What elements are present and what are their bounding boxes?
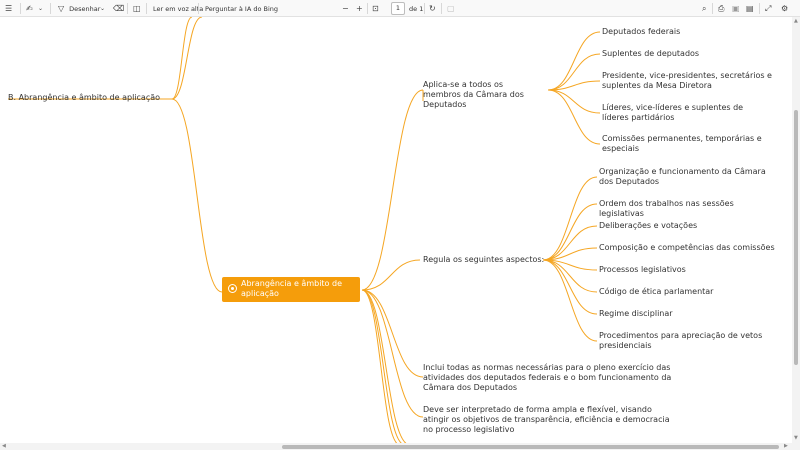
group2-item: Procedimentos para apreciação de vetos p… — [599, 331, 763, 350]
highlight-button[interactable]: ✍ — [26, 0, 33, 17]
connector — [171, 17, 203, 100]
rotate-button[interactable]: ↻ — [429, 0, 436, 17]
group3-label: Inclui todas as normas necessárias para … — [423, 363, 672, 392]
connector-group4 — [361, 289, 424, 418]
connector-group1-item — [547, 89, 601, 145]
document-icon: ▢ — [447, 3, 455, 13]
draw-icon: ▽ — [58, 3, 65, 13]
connector — [171, 98, 223, 293]
connector-group1-item — [547, 53, 601, 91]
group2-item: Processos legislativos — [599, 265, 686, 274]
toolbar-divider — [20, 3, 21, 14]
page-view-button[interactable]: ◫ — [133, 0, 141, 17]
settings-icon: ⚙ — [781, 3, 789, 13]
group2-item: Ordem dos trabalhos nas sessões legislat… — [599, 199, 734, 218]
zoom-out-icon: − — [342, 3, 349, 13]
toolbar-divider — [441, 3, 442, 14]
toolbar-divider — [198, 3, 199, 14]
connector-offscreen — [361, 289, 411, 445]
group2-item: Deliberações e votações — [599, 221, 698, 230]
eraser-button[interactable]: ⌫ — [113, 0, 124, 17]
page-view-icon: ◫ — [133, 3, 141, 13]
group2-item: Regime disciplinar — [599, 309, 673, 318]
page-number-input[interactable]: 1 — [391, 2, 405, 15]
draw-dropdown[interactable]: ⌄ — [100, 0, 105, 17]
read-aloud-label: Ler em voz alta — [153, 4, 204, 13]
toolbar-divider — [127, 3, 128, 14]
connector-group2 — [361, 259, 421, 291]
group2-label: Regula os seguintes aspectos: — [423, 255, 545, 264]
connector-group3 — [361, 289, 424, 378]
connector-offscreen — [361, 289, 406, 445]
scroll-right-icon[interactable]: ▶ — [784, 444, 788, 449]
connector-group2-item — [542, 259, 598, 342]
ask-bing-button[interactable]: Perguntar à IA do Bing — [205, 0, 278, 17]
zoom-out-button[interactable]: − — [342, 0, 349, 17]
scroll-up-icon[interactable]: ▲ — [794, 19, 798, 24]
print-button[interactable]: ⎙ — [718, 0, 724, 17]
fullscreen-button[interactable]: ⤢ — [765, 0, 771, 17]
toolbar-divider — [424, 3, 425, 14]
contents-button[interactable]: ☰ — [5, 0, 12, 17]
connector-group1 — [361, 89, 424, 291]
search-button[interactable]: ⌕ — [702, 0, 706, 17]
scroll-down-icon[interactable]: ▼ — [794, 436, 798, 441]
center-node-label: Abrangência e âmbito de aplicação — [241, 279, 342, 298]
chevron-down-icon: ⌄ — [38, 4, 44, 12]
save-icon: ▣ — [732, 3, 740, 13]
draw-button[interactable]: ▽ Desenhar — [58, 0, 100, 17]
toolbar-divider — [759, 3, 760, 14]
highlight-dropdown[interactable]: ⌄ — [38, 0, 43, 17]
toolbar-divider — [50, 3, 51, 14]
page-total-text: de 1 — [409, 4, 424, 13]
toolbar-divider — [367, 3, 368, 14]
vertical-scroll-thumb[interactable] — [794, 110, 798, 365]
page-fit-disabled-button[interactable]: ▢ — [447, 0, 455, 17]
settings-button[interactable]: ⚙ — [781, 0, 788, 17]
connector — [171, 17, 193, 100]
group2-item: Composição e competências das comissões — [599, 243, 775, 252]
fullscreen-icon: ⤢ — [765, 3, 772, 13]
page-total-label: de 1 — [409, 0, 423, 17]
mindmap-center-node[interactable]: Abrangência e âmbito de aplicação — [222, 277, 360, 302]
document-canvas: B. Abrangência e âmbito de aplicação Abr… — [0, 17, 800, 445]
zoom-in-icon: + — [356, 3, 363, 13]
chevron-down-icon: ⌄ — [100, 4, 106, 12]
fit-page-icon: ⊡ — [372, 3, 379, 13]
group1-item: Líderes, vice-líderes e suplentes de líd… — [602, 103, 744, 122]
mindmap-left-node: B. Abrangência e âmbito de aplicação — [8, 93, 161, 102]
zoom-in-button[interactable]: + — [356, 0, 363, 17]
read-aloud-button[interactable]: Ler em voz alta — [153, 0, 203, 17]
connector-group2-item — [542, 259, 598, 315]
ask-bing-label: Perguntar à IA do Bing — [205, 4, 279, 13]
print-icon: ⎙ — [718, 3, 725, 13]
contents-icon: ☰ — [5, 3, 13, 13]
fit-page-button[interactable]: ⊡ — [372, 0, 379, 17]
target-icon — [228, 284, 237, 293]
group1-item: Presidente, vice-presidentes, secretário… — [602, 71, 772, 90]
scroll-left-icon[interactable]: ◀ — [2, 444, 6, 449]
highlight-icon: ✍ — [26, 3, 33, 13]
search-icon: ⌕ — [702, 3, 707, 13]
toolbar-divider — [712, 3, 713, 14]
rotate-icon: ↻ — [429, 3, 436, 13]
connector-group1-item — [547, 89, 601, 114]
save-as-button[interactable]: ▤ — [746, 0, 754, 17]
group1-item: Deputados federais — [602, 27, 681, 36]
connector-group2-item — [542, 203, 598, 261]
save-button[interactable]: ▣ — [732, 0, 740, 17]
group2-item: Código de ética parlamentar — [599, 287, 714, 296]
draw-label: Desenhar — [69, 4, 101, 13]
connector-group2-item — [542, 176, 598, 261]
group2-item: Organização e funcionamento da Câmara do… — [599, 167, 766, 186]
save-as-icon: ▤ — [746, 3, 754, 13]
group1-item: Comissões permanentes, temporárias e esp… — [602, 134, 762, 153]
pdf-toolbar: ☰ ✍ ⌄ ▽ Desenhar ⌄ ⌫ ◫ Ler em voz alta P… — [0, 0, 800, 17]
group4-label: Deve ser interpretado de forma ampla e f… — [423, 405, 670, 434]
toolbar-divider — [146, 3, 147, 14]
group1-label: Aplica-se a todos os membros da Câmara d… — [423, 80, 524, 109]
horizontal-scroll-thumb[interactable] — [282, 445, 779, 449]
eraser-icon: ⌫ — [113, 3, 125, 13]
group1-item: Suplentes de deputados — [602, 49, 700, 58]
